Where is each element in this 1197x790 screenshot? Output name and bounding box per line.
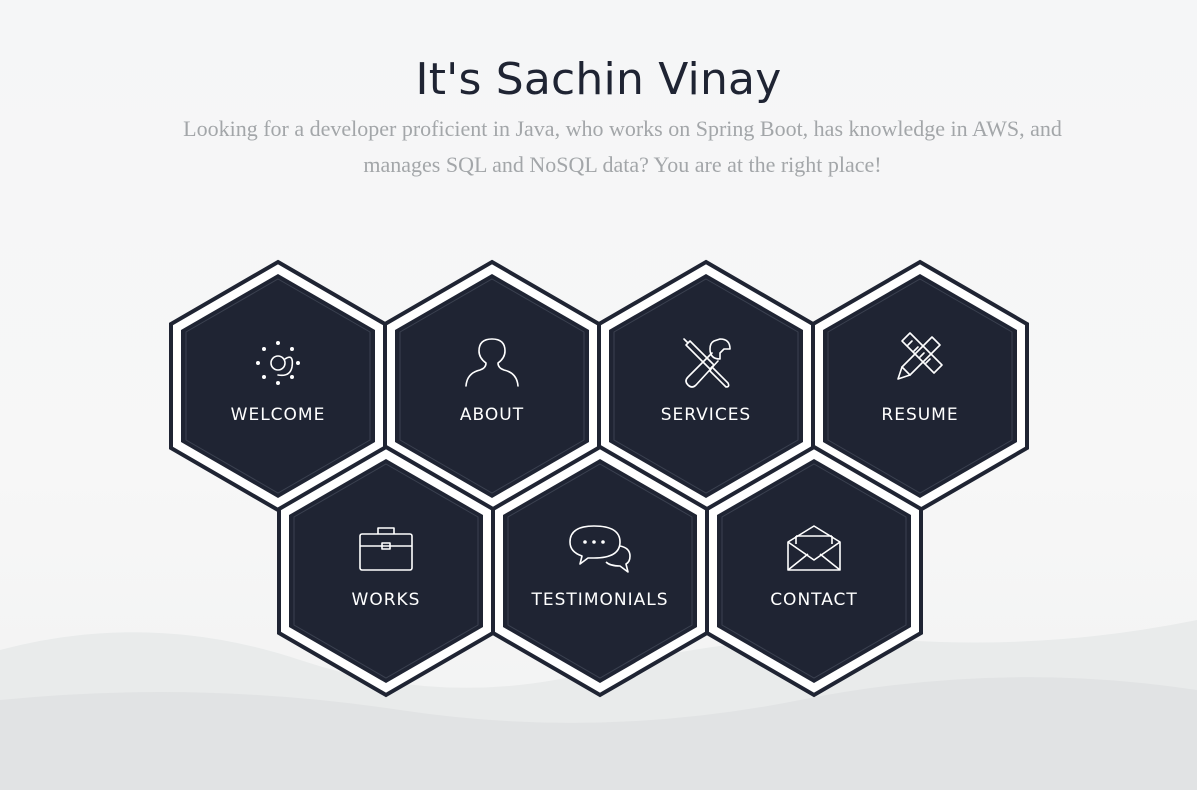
hex-nav-menu <box>169 259 1029 698</box>
